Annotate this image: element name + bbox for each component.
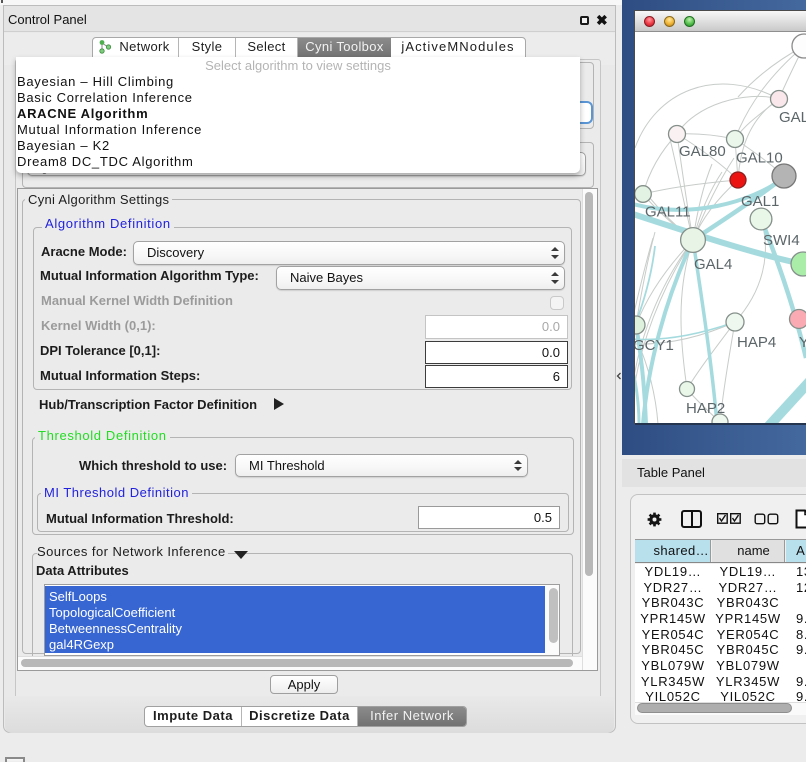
svg-text:GAL2: GAL2: [779, 109, 806, 126]
svg-text:GAL1: GAL1: [741, 193, 779, 210]
svg-text:GAL11: GAL11: [645, 204, 691, 221]
svg-text:GAL4: GAL4: [694, 256, 732, 273]
svg-text:Y: Y: [799, 334, 806, 351]
svg-text:GAL80: GAL80: [679, 143, 726, 160]
svg-text:HAP4: HAP4: [737, 334, 776, 351]
svg-text:GCY1: GCY1: [635, 337, 674, 354]
svg-text:GAL10: GAL10: [736, 150, 783, 167]
svg-text:HAP2: HAP2: [686, 400, 725, 417]
svg-text:SWI4: SWI4: [763, 232, 800, 249]
